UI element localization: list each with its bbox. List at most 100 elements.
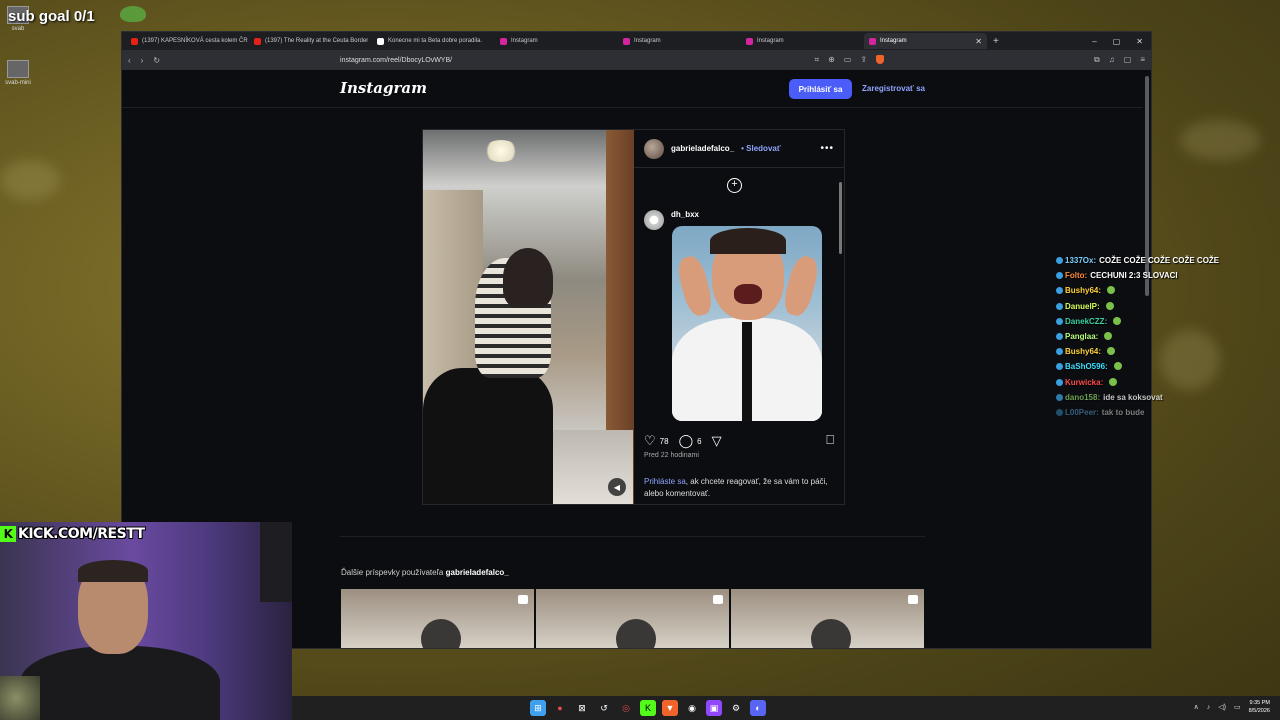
chat-username: Panglaa:	[1065, 332, 1099, 342]
maximize-icon[interactable]: ▢	[1113, 37, 1121, 46]
follow-button[interactable]: • Sledovať	[741, 144, 781, 153]
share-icon[interactable]: ▽	[712, 433, 722, 449]
brave-icon[interactable]: ▼	[662, 700, 678, 716]
more-posts-grid	[341, 589, 924, 648]
browser-tab[interactable]: (1397) The Reality at the Ceuta Border	[249, 33, 372, 49]
comment-icon[interactable]: ◯	[679, 433, 694, 449]
gif-scene-hair	[710, 228, 786, 254]
chat-username: L00Peer:	[1065, 408, 1099, 418]
like-icon[interactable]: ♡	[644, 433, 656, 449]
wallet-icon[interactable]: ▢	[1124, 55, 1132, 65]
browser-tab[interactable]: Instagram	[741, 33, 864, 49]
kick-banner: K KICK.COM/RESTT	[0, 524, 145, 544]
obs-icon[interactable]: ◉	[684, 700, 700, 716]
kick-logo-icon: K	[0, 526, 16, 542]
windows-start-icon[interactable]: ⊞	[530, 700, 546, 716]
chat-emote-icon	[1113, 362, 1122, 371]
thumbnail-image	[811, 619, 851, 648]
reload-icon[interactable]: ↻	[153, 56, 160, 65]
reel-post: ◀ gabrieladefalco_ • Sledovať ••• + dh_b…	[422, 129, 845, 505]
clock[interactable]: 9:35 PM 8/5/2026	[1249, 699, 1270, 715]
chat-badge-icon	[1056, 257, 1063, 264]
minimize-icon[interactable]: –	[1092, 37, 1096, 46]
chat-username: DanekCZZ:	[1065, 316, 1108, 326]
post-thumbnail[interactable]	[536, 589, 729, 648]
post-thumbnail[interactable]	[731, 589, 924, 648]
url-text[interactable]: instagram.com/reel/DbocyLOvWYB/	[340, 57, 452, 64]
close-tab-icon[interactable]: ✕	[975, 37, 982, 46]
post-username[interactable]: gabrieladefalco_	[671, 144, 734, 153]
bookmark-icon[interactable]: ⎕	[826, 432, 834, 448]
tray-chevron-icon[interactable]: ∧	[1194, 703, 1199, 711]
explorer-icon[interactable]: ⊠	[574, 700, 590, 716]
chat-emote-icon	[1105, 301, 1114, 310]
brave-shield-icon[interactable]	[876, 55, 885, 64]
mute-icon[interactable]: ◀	[608, 478, 626, 496]
browser-tab[interactable]: Instagram ✕	[864, 33, 987, 49]
mic-icon[interactable]: ♪	[1207, 704, 1211, 711]
chrome-icon[interactable]: ◎	[618, 700, 634, 716]
discord-icon[interactable]: ◐	[750, 700, 766, 716]
network-icon[interactable]: ▭	[1234, 703, 1241, 711]
chat-message: DanuelP:	[1056, 299, 1280, 314]
zoom-icon[interactable]: ⊕	[828, 55, 835, 65]
comment-avatar[interactable]	[644, 210, 664, 230]
gif-scene-tie	[742, 322, 752, 421]
chat-text: tak to bude	[1101, 408, 1145, 418]
gif-scene-mouth	[734, 284, 762, 304]
volume-icon[interactable]: ◁)	[1218, 703, 1226, 711]
instagram-logo[interactable]: Instagram	[340, 79, 427, 97]
share-icon[interactable]: ⇪	[860, 55, 867, 65]
tab-label: Konecne mi ta Beta dobre poradila.	[388, 38, 483, 44]
extensions-icon[interactable]: ⧉	[1094, 55, 1100, 65]
reel-video[interactable]: ◀	[423, 130, 634, 504]
login-button[interactable]: Prihlásiť sa	[789, 79, 852, 99]
pepe-emote-icon	[120, 6, 146, 22]
kick-icon[interactable]: K	[640, 700, 656, 716]
chat-emote-icon	[1113, 316, 1122, 325]
chat-text: COŽE COŽE COŽE COŽE COŽE	[1099, 256, 1220, 265]
desktop-icon-label: svab-mini	[5, 80, 31, 86]
chat-badge-icon	[1056, 317, 1063, 325]
more-posts-user[interactable]: gabrieladefalco_	[446, 568, 509, 577]
chat-badge-icon	[1056, 302, 1063, 310]
register-link[interactable]: Zaregistrovať sa	[862, 84, 925, 93]
chat-badge-icon	[1056, 348, 1063, 356]
browser-tab[interactable]: Instagram	[618, 33, 741, 49]
translate-icon[interactable]: ⌗	[815, 55, 820, 65]
chat-message: Folto: CECHUNI 2:3 SLOVACI	[1056, 268, 1280, 283]
steam-icon[interactable]: ⚙	[728, 700, 744, 716]
more-options-icon[interactable]: •••	[820, 143, 834, 154]
login-prompt-link[interactable]: Prihláste sa	[644, 477, 686, 486]
add-icon[interactable]: +	[727, 178, 742, 193]
comment-count: 6	[697, 436, 702, 446]
post-thumbnail[interactable]	[341, 589, 534, 648]
login-prompt: Prihláste sa, ak chcete reagovať, že sa …	[644, 476, 834, 500]
webcam-scene-lamp	[260, 522, 292, 602]
menu-icon[interactable]: ≡	[1140, 55, 1145, 65]
avatar[interactable]	[644, 138, 664, 159]
more-posts-prefix: Ďalšie príspevky používateľa	[341, 568, 444, 577]
browser-tab[interactable]: (1397) KAPESNÍKOVÁ cesta kolem ČR	[126, 33, 249, 49]
chat-emote-icon	[1107, 286, 1116, 295]
close-window-icon[interactable]: ✕	[1136, 37, 1143, 46]
cast-icon[interactable]: ▭	[844, 55, 852, 65]
back-icon[interactable]: ‹	[128, 56, 131, 65]
desktop-icon-svab-mini[interactable]: svab-mini	[4, 60, 32, 86]
comment-gif[interactable]	[672, 226, 822, 421]
maps-icon[interactable]: ●	[552, 700, 568, 716]
chat-emote-icon	[1109, 377, 1118, 386]
thumbnail-image	[421, 619, 461, 648]
comments-scrollbar-thumb[interactable]	[839, 182, 842, 254]
ig-header: Instagram Prihlásiť sa Zaregistrovať sa	[122, 70, 1144, 108]
browser-tab[interactable]: Konecne mi ta Beta dobre poradila.	[372, 33, 495, 49]
twitch-icon[interactable]: ▣	[706, 700, 722, 716]
chat-message: DanekCZZ:	[1056, 314, 1280, 329]
new-tab-button[interactable]: +	[993, 36, 999, 47]
forward-icon[interactable]: ›	[141, 56, 144, 65]
app-icon[interactable]: ↺	[596, 700, 612, 716]
chat-badge-icon	[1056, 393, 1063, 401]
comments-scrollbar[interactable]	[838, 168, 844, 422]
browser-tab[interactable]: Instagram	[495, 33, 618, 49]
media-icon[interactable]: ♫	[1109, 55, 1115, 65]
